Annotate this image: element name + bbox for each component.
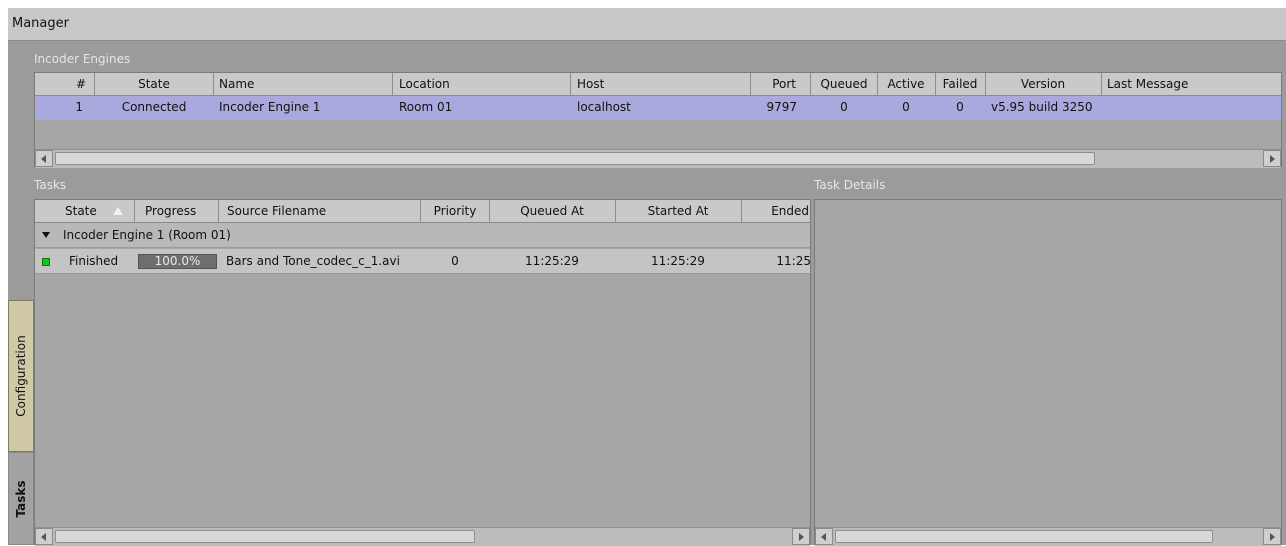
tasks-col-state[interactable]: State	[35, 200, 135, 222]
engine-row-number: 1	[75, 100, 83, 114]
tasks-col-state-label: State	[65, 204, 97, 218]
engines-hscrollbar[interactable]	[35, 149, 1281, 168]
engines-col-active[interactable]: Active	[877, 73, 936, 95]
engine-row-host: localhost	[577, 100, 631, 114]
scroll-right-button[interactable]	[792, 528, 810, 545]
task-row-progress-bar: 100.0%	[138, 254, 217, 269]
task-row-progress-label: 100.0%	[154, 254, 201, 268]
arrow-right-icon	[1270, 533, 1275, 541]
tasks-grid-header: State Progress Source Filename Priority …	[35, 200, 810, 223]
scroll-left-button[interactable]	[815, 528, 833, 545]
window-title: Manager	[12, 16, 69, 31]
arrow-left-icon	[41, 533, 46, 541]
task-group-row[interactable]: Incoder Engine 1 (Room 01)	[35, 223, 810, 248]
tasks-grid: State Progress Source Filename Priority …	[34, 199, 811, 546]
task-row-state: Finished	[69, 254, 119, 268]
engines-col-state[interactable]: State	[95, 73, 214, 95]
arrow-left-icon	[41, 155, 46, 163]
engine-row-port: 9797	[766, 100, 797, 114]
task-row-started-at: 11:25:29	[651, 254, 705, 268]
engines-col-last-message[interactable]: Last Message	[1101, 73, 1283, 95]
tasks-col-priority[interactable]: Priority	[421, 200, 490, 222]
sort-ascending-icon	[113, 207, 123, 215]
task-row[interactable]: Finished 100.0% Bars and Tone_codec_c_1.…	[35, 249, 811, 274]
scroll-left-button[interactable]	[35, 528, 53, 545]
window-titlebar: Manager	[8, 8, 1286, 41]
scroll-right-button[interactable]	[1263, 150, 1281, 167]
tab-tasks[interactable]: Tasks	[8, 452, 34, 545]
scroll-left-button[interactable]	[35, 150, 53, 167]
engines-col-failed[interactable]: Failed	[935, 73, 986, 95]
expand-triangle-icon[interactable]	[42, 232, 50, 238]
tab-tasks-label: Tasks	[14, 479, 28, 518]
tasks-hscrollbar[interactable]	[35, 527, 810, 546]
scroll-right-button[interactable]	[1263, 528, 1281, 545]
engines-col-queued[interactable]: Queued	[811, 73, 878, 95]
tasks-col-progress[interactable]: Progress	[135, 200, 219, 222]
tasks-col-started-at[interactable]: Started At	[615, 200, 742, 222]
engines-col-port[interactable]: Port	[751, 73, 811, 95]
engine-row[interactable]: 1 Connected Incoder Engine 1 Room 01 loc…	[35, 96, 1281, 120]
tab-configuration-label: Configuration	[14, 335, 28, 417]
arrow-left-icon	[821, 533, 826, 541]
tab-configuration[interactable]: Configuration	[8, 300, 34, 452]
engine-row-location: Room 01	[399, 100, 453, 114]
tasks-col-queued-at[interactable]: Queued At	[489, 200, 616, 222]
engine-row-queued: 0	[840, 100, 848, 114]
task-details-section-label: Task Details	[814, 178, 886, 192]
engines-col-version[interactable]: Version	[985, 73, 1102, 95]
arrow-right-icon	[799, 533, 804, 541]
engine-row-version: v5.95 build 3250	[991, 100, 1093, 114]
task-row-queued-at: 11:25:29	[525, 254, 579, 268]
details-hscrollbar[interactable]	[815, 527, 1281, 546]
tasks-col-source-filename[interactable]: Source Filename	[219, 200, 421, 222]
tasks-section-label: Tasks	[34, 178, 67, 192]
engines-col-number[interactable]: #	[35, 73, 95, 95]
engine-row-failed: 0	[956, 100, 964, 114]
task-row-ended: 11:25	[776, 254, 811, 268]
engines-grid: # State Name Location Host Port Queued A…	[34, 72, 1282, 168]
engines-col-location[interactable]: Location	[393, 73, 571, 95]
engine-row-active: 0	[902, 100, 910, 114]
task-row-priority: 0	[451, 254, 459, 268]
engine-row-state: Connected	[121, 100, 187, 114]
scroll-thumb[interactable]	[835, 530, 1213, 543]
status-finished-icon	[42, 258, 50, 266]
task-row-filename: Bars and Tone_codec_c_1.avi	[226, 254, 400, 268]
task-group-label: Incoder Engine 1 (Room 01)	[63, 228, 231, 242]
engine-row-last-message	[1107, 96, 1277, 119]
engine-row-name: Incoder Engine 1	[219, 100, 321, 114]
engines-section-label: Incoder Engines	[34, 52, 131, 66]
engines-col-name[interactable]: Name	[213, 73, 393, 95]
scroll-thumb[interactable]	[55, 152, 1095, 165]
scroll-thumb[interactable]	[55, 530, 475, 543]
engines-col-host[interactable]: Host	[571, 73, 751, 95]
arrow-right-icon	[1270, 155, 1275, 163]
task-details-panel	[814, 199, 1282, 546]
engines-grid-header: # State Name Location Host Port Queued A…	[35, 73, 1281, 96]
tasks-col-ended[interactable]: Ended	[741, 200, 811, 222]
